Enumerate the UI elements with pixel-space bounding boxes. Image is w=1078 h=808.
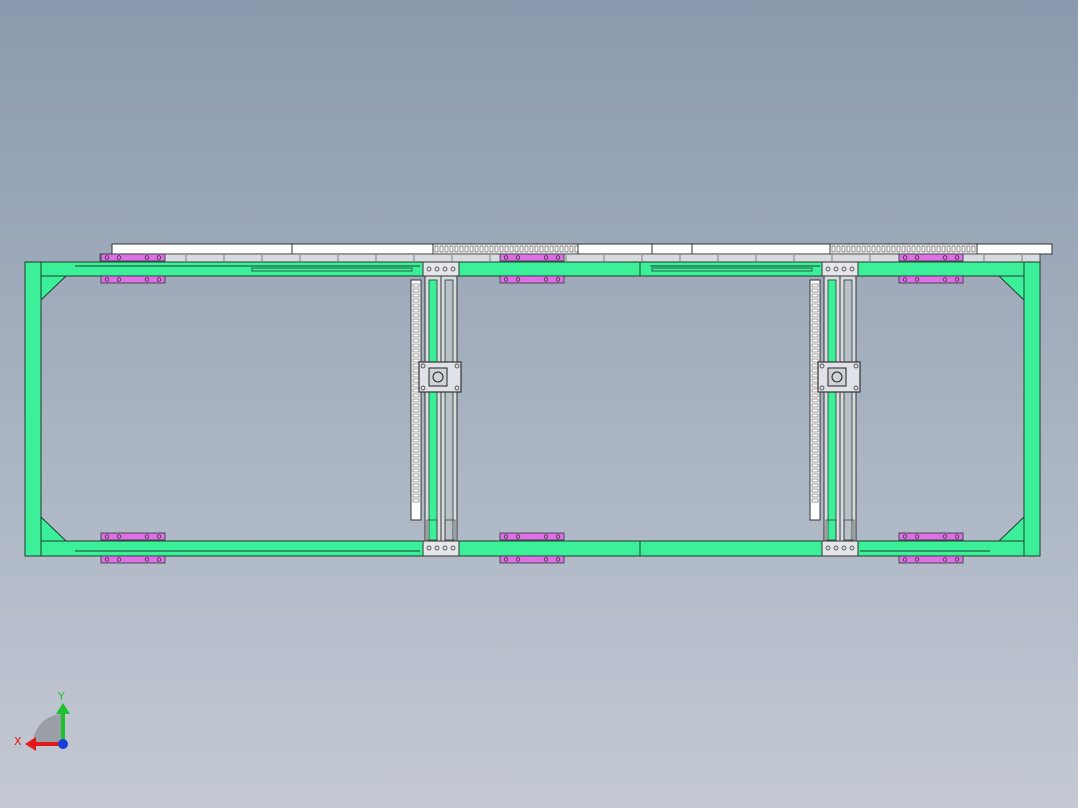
column-top-cap — [422, 261, 460, 277]
column-bottom-cap — [821, 540, 859, 557]
column-guide-strip — [444, 279, 454, 543]
frame-right-post[interactable] — [1023, 261, 1041, 557]
frame-bottom-beam[interactable] — [24, 540, 1041, 557]
z-axis-dot — [58, 739, 68, 749]
column-guide-strip — [843, 279, 853, 543]
mounting-pad — [499, 532, 565, 541]
column-bottom-cap — [422, 540, 460, 557]
mounting-pad — [100, 253, 166, 262]
frame-left-post[interactable] — [24, 261, 42, 557]
carriage-column-right[interactable] — [809, 261, 861, 557]
mounting-pad — [499, 253, 565, 262]
rail-bar[interactable] — [111, 243, 1053, 255]
viewport-background — [0, 0, 1078, 808]
mounting-pad — [100, 555, 166, 564]
mounting-pad — [898, 555, 964, 564]
mounting-pad — [898, 532, 964, 541]
carriage-motor — [428, 367, 448, 387]
mounting-pad — [898, 253, 964, 262]
x-axis-label: X — [14, 735, 22, 748]
carriage-column-left[interactable] — [410, 261, 462, 557]
frame-top-beam[interactable] — [24, 261, 1041, 277]
mounting-pad — [100, 275, 166, 284]
y-axis-label: Y — [57, 690, 65, 703]
mounting-pad — [499, 275, 565, 284]
column-green-strip — [827, 279, 837, 543]
model-view[interactable]: X Y — [0, 0, 1078, 808]
cad-viewport[interactable]: X Y — [0, 0, 1078, 808]
mounting-pad — [499, 555, 565, 564]
column-top-cap — [821, 261, 859, 277]
column-green-strip — [428, 279, 438, 543]
mounting-pad — [898, 275, 964, 284]
mounting-pad — [100, 532, 166, 541]
carriage-motor — [827, 367, 847, 387]
